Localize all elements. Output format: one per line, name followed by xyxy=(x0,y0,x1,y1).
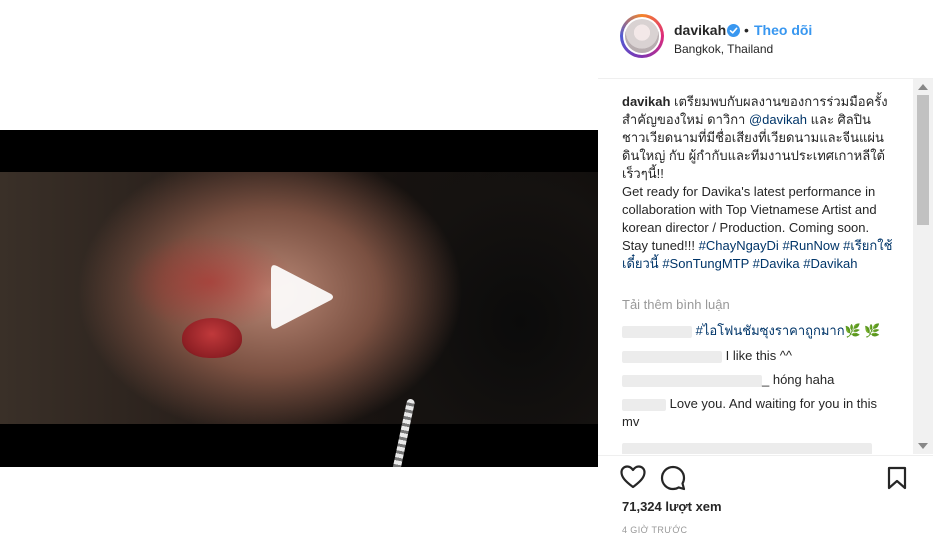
hashtag[interactable]: #Davika xyxy=(753,256,800,271)
comment-icon[interactable] xyxy=(660,465,686,496)
post-media xyxy=(0,0,598,535)
comments-panel[interactable]: davikah เตรียมพบกับผลงานของการร่วมมือครั… xyxy=(598,79,913,454)
post-timestamp[interactable]: 4 GIỜ TRƯỚC xyxy=(622,525,687,535)
blurred-username xyxy=(622,325,692,338)
scrollbar-thumb[interactable] xyxy=(917,95,929,225)
avatar[interactable] xyxy=(620,14,664,58)
video-frame-detail xyxy=(182,318,242,358)
verified-badge-icon xyxy=(727,24,740,37)
follow-button[interactable]: Theo dõi xyxy=(754,22,812,38)
comment-text: _ hóng haha xyxy=(762,372,835,387)
hashtag[interactable]: #Davikah xyxy=(803,256,857,271)
blurred-username xyxy=(622,350,722,363)
avatar-ring-inner xyxy=(623,17,661,55)
separator-dot: • xyxy=(744,22,749,38)
hashtag[interactable]: #SonTungMTP xyxy=(662,256,749,271)
play-icon[interactable] xyxy=(269,262,335,332)
comments-scrollbar[interactable] xyxy=(913,79,933,454)
load-more-comments[interactable]: Tải thêm bình luận xyxy=(622,297,730,312)
blurred-username xyxy=(622,442,872,454)
comment-item: _ hóng haha xyxy=(622,371,894,389)
post-caption: davikah เตรียมพบกับผลงานของการร่วมมือครั… xyxy=(622,93,894,273)
comment-item xyxy=(622,439,894,454)
view-count[interactable]: 71,324 lượt xem xyxy=(622,499,722,514)
hashtag[interactable]: #ChayNgayDi xyxy=(699,238,779,253)
username-link[interactable]: davikah xyxy=(674,22,726,38)
scroll-up-icon[interactable] xyxy=(918,84,928,90)
comment-item: I like this ^^ xyxy=(622,347,894,365)
heart-icon[interactable] xyxy=(620,465,646,494)
bookmark-icon[interactable] xyxy=(887,466,907,495)
post-header: davikah • Theo dõi Bangkok, Thailand xyxy=(598,0,933,79)
post-actions: 71,324 lượt xem 4 GIỜ TRƯỚC xyxy=(598,455,933,536)
comment-text: I like this ^^ xyxy=(725,348,793,363)
avatar-image xyxy=(625,19,659,53)
blurred-username xyxy=(622,398,666,411)
comment-item: Love you. And waiting for you in this mv xyxy=(622,395,894,431)
location-link[interactable]: Bangkok, Thailand xyxy=(674,42,773,56)
comment-item: #ไอโฟนชัมซุงราคาถูกมาก🌿 🌿 xyxy=(622,322,894,340)
hashtag[interactable]: #RunNow xyxy=(782,238,839,253)
caption-mention[interactable]: @davikah xyxy=(749,112,807,127)
scroll-down-icon[interactable] xyxy=(918,443,928,449)
blurred-username xyxy=(622,374,762,387)
comment-text: #ไอโฟนชัมซุงราคาถูกมาก🌿 🌿 xyxy=(695,323,881,338)
caption-username[interactable]: davikah xyxy=(622,94,670,109)
